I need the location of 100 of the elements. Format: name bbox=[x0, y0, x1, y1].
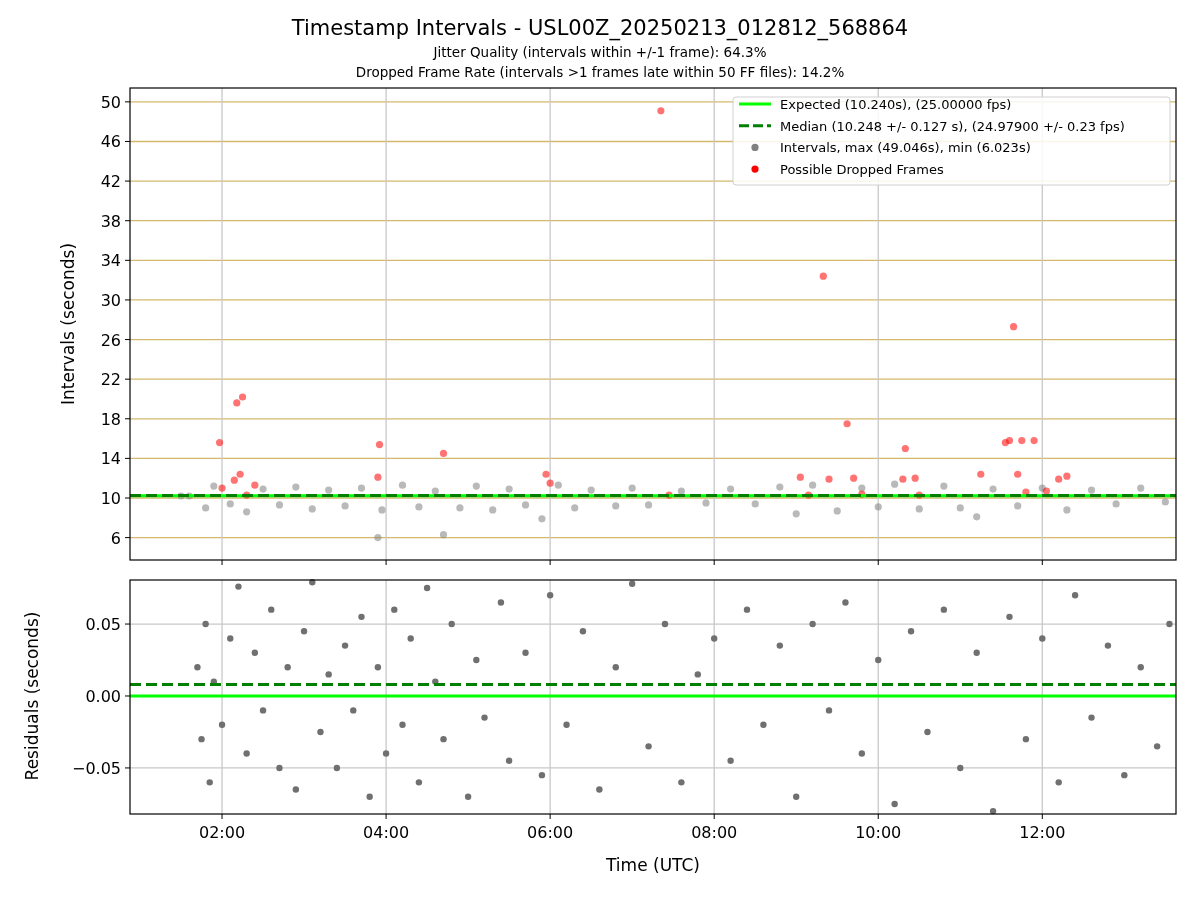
data-point bbox=[901, 444, 909, 453]
data-point bbox=[793, 793, 800, 800]
data-point bbox=[915, 491, 923, 499]
data-point bbox=[1063, 506, 1071, 514]
data-point bbox=[472, 482, 480, 490]
data-point bbox=[1006, 613, 1013, 621]
data-point bbox=[259, 707, 267, 714]
data-point bbox=[804, 491, 813, 499]
data-point bbox=[546, 592, 554, 599]
data-point bbox=[448, 620, 455, 628]
data-point bbox=[275, 501, 284, 509]
tick-mark bbox=[124, 101, 131, 103]
data-point bbox=[251, 649, 259, 656]
tick-mark bbox=[124, 695, 131, 697]
data-point bbox=[218, 721, 226, 728]
tick-label: 6 bbox=[110, 528, 121, 548]
data-point bbox=[210, 678, 218, 685]
data-point bbox=[977, 470, 985, 478]
data-point bbox=[907, 628, 915, 635]
axis-label: Time (UTC) bbox=[606, 855, 700, 875]
data-point bbox=[587, 486, 595, 494]
data-point bbox=[432, 678, 439, 685]
tick-mark bbox=[124, 623, 131, 625]
data-point bbox=[243, 508, 251, 516]
data-point bbox=[1104, 642, 1112, 649]
data-point bbox=[391, 606, 398, 613]
data-point bbox=[833, 507, 841, 515]
data-point bbox=[439, 449, 448, 458]
tick-label: 12:00 bbox=[1019, 823, 1066, 842]
data-point bbox=[702, 499, 710, 507]
data-point bbox=[665, 491, 673, 499]
data-point bbox=[956, 504, 964, 512]
data-point bbox=[325, 486, 333, 494]
data-point bbox=[440, 735, 447, 743]
tick-mark bbox=[877, 559, 879, 566]
data-point bbox=[431, 487, 439, 495]
data-point bbox=[1022, 488, 1030, 496]
data-point bbox=[317, 728, 324, 736]
tick-mark bbox=[124, 537, 131, 539]
data-point bbox=[645, 743, 652, 750]
data-point bbox=[464, 793, 472, 800]
data-point bbox=[989, 485, 997, 493]
data-point bbox=[378, 506, 386, 514]
tick-label: 46 bbox=[100, 132, 121, 152]
data-point bbox=[292, 786, 300, 793]
data-point bbox=[276, 764, 283, 772]
tick-label: 10 bbox=[100, 489, 121, 508]
data-point bbox=[374, 473, 382, 481]
data-point bbox=[727, 485, 735, 493]
data-point bbox=[842, 599, 849, 606]
data-point bbox=[677, 487, 685, 495]
data-point bbox=[911, 474, 919, 482]
data-point bbox=[243, 750, 250, 757]
data-point bbox=[1071, 592, 1079, 599]
data-point bbox=[350, 707, 357, 714]
data-point bbox=[571, 504, 579, 512]
data-point bbox=[1137, 484, 1145, 492]
data-point bbox=[809, 620, 816, 628]
data-point bbox=[628, 484, 636, 492]
tick-mark bbox=[124, 141, 131, 142]
data-point bbox=[776, 642, 783, 649]
tick-label: 02:00 bbox=[199, 823, 246, 842]
data-point bbox=[661, 620, 669, 628]
data-point bbox=[711, 635, 718, 642]
data-point bbox=[202, 620, 209, 628]
data-point bbox=[399, 721, 406, 728]
tick-mark bbox=[221, 559, 223, 566]
data-point bbox=[235, 583, 242, 590]
data-point bbox=[825, 707, 833, 714]
chart-subtitle: Jitter Quality (intervals within +/-1 frame): 64.3% bbox=[433, 43, 767, 62]
data-point bbox=[1112, 500, 1120, 508]
data-point bbox=[1153, 743, 1161, 750]
data-point bbox=[439, 531, 448, 539]
data-point bbox=[678, 779, 685, 786]
data-point bbox=[198, 735, 205, 743]
tick-mark bbox=[549, 813, 551, 820]
tick-label: −0.05 bbox=[71, 758, 121, 778]
data-point bbox=[612, 502, 620, 510]
data-point bbox=[407, 635, 414, 642]
data-point bbox=[973, 513, 981, 521]
tick-label: 14 bbox=[100, 449, 121, 469]
chart-subtitle: Dropped Frame Rate (intervals >1 frames late within 50 FF files): 14.2% bbox=[355, 63, 845, 82]
data-point bbox=[505, 757, 513, 764]
tick-mark bbox=[124, 339, 131, 341]
tick-mark bbox=[1041, 813, 1043, 820]
tick-mark bbox=[124, 299, 131, 301]
data-point bbox=[751, 500, 759, 508]
tick-mark bbox=[877, 813, 879, 820]
data-point bbox=[456, 504, 464, 512]
data-point bbox=[374, 534, 382, 542]
data-point bbox=[819, 272, 827, 280]
tick-mark bbox=[124, 259, 131, 261]
tick-mark bbox=[124, 767, 131, 769]
data-point bbox=[243, 491, 251, 499]
tick-mark bbox=[124, 418, 131, 420]
data-point bbox=[579, 628, 587, 635]
data-point bbox=[358, 613, 365, 621]
tick-label: 50 bbox=[100, 92, 121, 112]
tick-label: 04:00 bbox=[363, 823, 410, 842]
data-point bbox=[727, 757, 734, 764]
